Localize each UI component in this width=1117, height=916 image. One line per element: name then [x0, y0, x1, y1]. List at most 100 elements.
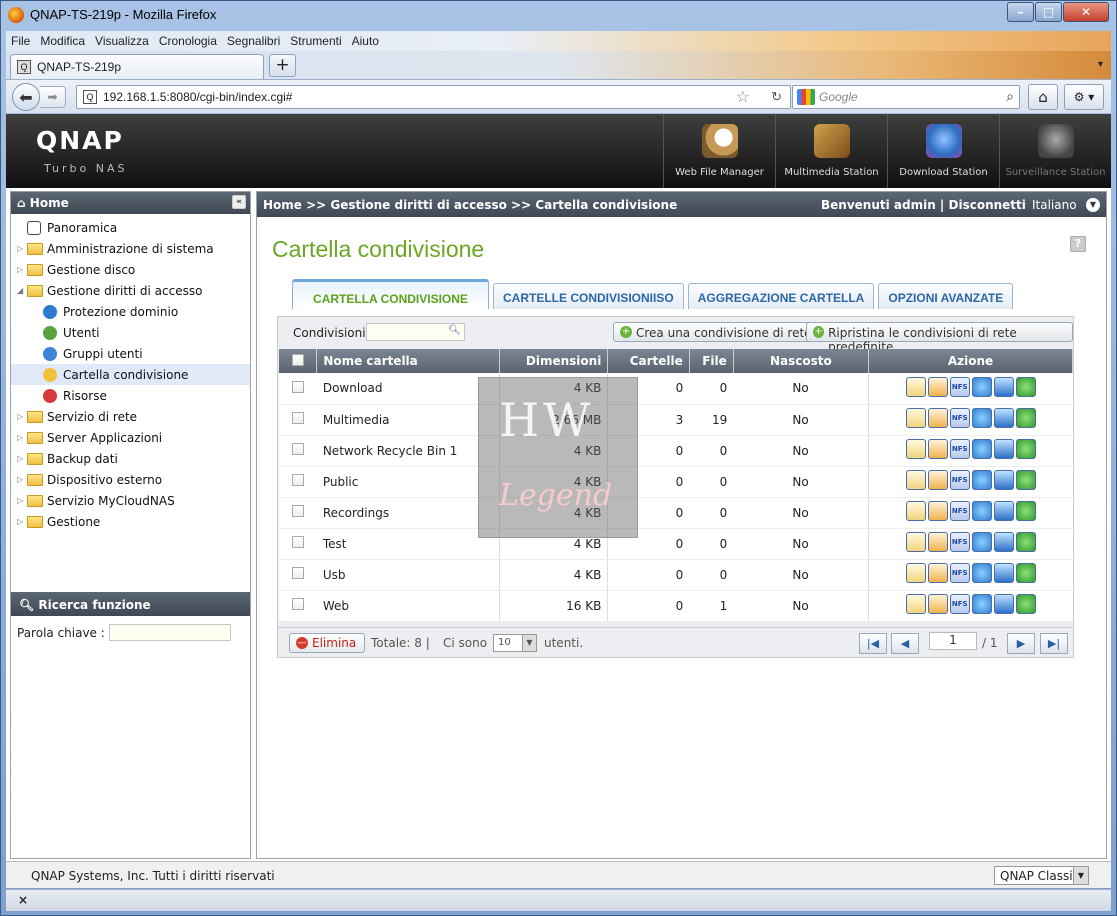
- dropdown-arrow-icon[interactable]: ▼: [1073, 867, 1088, 884]
- sidebar-item-gestione-disco[interactable]: ▷ Gestione disco: [11, 259, 250, 280]
- edit-icon[interactable]: [905, 408, 926, 428]
- language-dropdown-icon[interactable]: ▼: [1086, 198, 1100, 212]
- row-checkbox[interactable]: [291, 412, 304, 424]
- reload-icon[interactable]: ↻: [771, 89, 782, 105]
- language-label[interactable]: Italiano: [1032, 198, 1077, 212]
- restore-default-shares-button[interactable]: + Ripristina le condivisioni di rete pred…: [806, 322, 1073, 354]
- refresh-icon[interactable]: [1015, 470, 1036, 490]
- nfs-icon[interactable]: NFS: [949, 563, 970, 583]
- close-findbar-icon[interactable]: ×: [18, 893, 28, 907]
- network-icon[interactable]: [971, 594, 992, 614]
- row-checkbox[interactable]: [291, 505, 304, 517]
- app-multimedia-station[interactable]: Multimedia Station: [775, 114, 887, 188]
- table-row[interactable]: Recordings 4 KB 0 0 No NFS: [279, 497, 1073, 529]
- network-icon[interactable]: [971, 532, 992, 552]
- new-tab-button[interactable]: +: [269, 54, 296, 77]
- refresh-icon[interactable]: [1015, 594, 1036, 614]
- last-page-button[interactable]: ▶|: [1040, 633, 1068, 654]
- prev-page-button[interactable]: ◀: [891, 633, 919, 654]
- search-icon[interactable]: ⌕: [1006, 88, 1014, 105]
- dropdown-arrow-icon[interactable]: ▼: [522, 635, 536, 651]
- collapsed-arrow-icon[interactable]: ▷: [17, 454, 27, 463]
- monitor-icon[interactable]: [993, 594, 1014, 614]
- permissions-icon[interactable]: [927, 532, 948, 552]
- row-checkbox[interactable]: [291, 474, 304, 486]
- sidebar-item-backup-dati[interactable]: ▷ Backup dati: [11, 448, 250, 469]
- per-page-select[interactable]: 10 ▼: [493, 634, 537, 652]
- nfs-icon[interactable]: NFS: [949, 501, 970, 521]
- collapsed-arrow-icon[interactable]: ▷: [17, 496, 27, 505]
- sidebar-item-protezione-dominio[interactable]: Protezione dominio: [11, 301, 250, 322]
- permissions-icon[interactable]: [927, 594, 948, 614]
- sidebar-item-risorse[interactable]: Risorse: [11, 385, 250, 406]
- page-input[interactable]: 1: [929, 632, 977, 650]
- home-button[interactable]: ⌂: [1028, 84, 1058, 110]
- back-button[interactable]: ⬅: [12, 83, 40, 111]
- monitor-icon[interactable]: [993, 563, 1014, 583]
- sidebar-item-utenti[interactable]: Utenti: [11, 322, 250, 343]
- nfs-icon[interactable]: NFS: [949, 594, 970, 614]
- tab-cartelle-condivisioniiso[interactable]: CARTELLE CONDIVISIONIISO: [493, 283, 684, 309]
- sidebar-item-gruppi-utenti[interactable]: Gruppi utenti: [11, 343, 250, 364]
- google-engine-icon[interactable]: [797, 89, 815, 105]
- browser-tab[interactable]: Q QNAP-TS-219p: [10, 54, 264, 79]
- help-icon[interactable]: ?: [1070, 236, 1086, 252]
- select-all-checkbox-cell[interactable]: [279, 349, 318, 373]
- keyword-input[interactable]: [108, 624, 231, 641]
- sidebar-item-amministrazione-di-sistema[interactable]: ▷ Amministrazione di sistema: [11, 238, 250, 259]
- network-icon[interactable]: [971, 408, 992, 428]
- app-download-station[interactable]: Download Station: [887, 114, 999, 188]
- permissions-icon[interactable]: [927, 563, 948, 583]
- edit-icon[interactable]: [905, 470, 926, 490]
- menu-visualizza[interactable]: Visualizza: [90, 31, 154, 51]
- tab-aggregazione-cartella[interactable]: AGGREGAZIONE CARTELLA: [687, 283, 875, 309]
- sidebar-item-gestione[interactable]: ▷ Gestione: [11, 511, 250, 532]
- collapsed-arrow-icon[interactable]: ▷: [17, 244, 27, 253]
- delete-button[interactable]: — Elimina: [289, 633, 366, 653]
- app-web-file-manager[interactable]: Web File Manager: [663, 114, 775, 188]
- monitor-icon[interactable]: [993, 532, 1014, 552]
- network-icon[interactable]: [971, 501, 992, 521]
- nfs-icon[interactable]: NFS: [949, 376, 970, 397]
- monitor-icon[interactable]: [993, 376, 1014, 397]
- collapsed-arrow-icon[interactable]: ▷: [17, 265, 27, 274]
- sidebar-item-cartella-condivisione[interactable]: Cartella condivisione: [11, 364, 250, 385]
- col-hidden[interactable]: Nascosto: [733, 349, 869, 373]
- network-icon[interactable]: [971, 563, 992, 583]
- row-checkbox[interactable]: [291, 567, 304, 579]
- col-size[interactable]: Dimensioni: [499, 349, 609, 373]
- menu-file[interactable]: File: [6, 31, 35, 51]
- refresh-icon[interactable]: [1015, 501, 1036, 521]
- network-icon[interactable]: [971, 376, 992, 397]
- table-row[interactable]: Test 4 KB 0 0 No NFS: [279, 528, 1073, 560]
- refresh-icon[interactable]: [1015, 408, 1036, 428]
- sidebar-item-servizio-mycloudnas[interactable]: ▷ Servizio MyCloudNAS: [11, 490, 250, 511]
- network-icon[interactable]: [971, 439, 992, 459]
- sidebar-item-servizio-di-rete[interactable]: ▷ Servizio di rete: [11, 406, 250, 427]
- row-checkbox[interactable]: [291, 443, 304, 455]
- table-row[interactable]: Multimedia 2.66 MB 3 19 No NFS: [279, 404, 1073, 436]
- row-checkbox[interactable]: [291, 598, 304, 610]
- edit-icon[interactable]: [905, 532, 926, 552]
- next-page-button[interactable]: ▶: [1007, 633, 1035, 654]
- edit-icon[interactable]: [905, 563, 926, 583]
- minimize-button[interactable]: –: [1007, 2, 1034, 22]
- monitor-icon[interactable]: [993, 501, 1014, 521]
- expanded-arrow-icon[interactable]: ◢: [17, 286, 27, 295]
- nfs-icon[interactable]: NFS: [949, 532, 970, 552]
- nfs-icon[interactable]: NFS: [949, 470, 970, 490]
- forward-button[interactable]: ➡: [40, 86, 66, 108]
- welcome-logout-link[interactable]: Benvenuti admin | Disconnetti: [821, 198, 1026, 212]
- search-bar[interactable]: Google ⌕: [792, 85, 1020, 109]
- edit-icon[interactable]: [905, 594, 926, 614]
- menu-aiuto[interactable]: Aiuto: [347, 31, 384, 51]
- network-icon[interactable]: [971, 470, 992, 490]
- refresh-icon[interactable]: [1015, 439, 1036, 459]
- first-page-button[interactable]: |◀: [859, 633, 887, 654]
- close-window-button[interactable]: ✕: [1063, 2, 1109, 22]
- search-icon[interactable]: 🔍︎: [448, 325, 461, 336]
- sidebar-item-gestione-diritti-di-accesso[interactable]: ◢ Gestione diritti di accesso: [11, 280, 250, 301]
- row-checkbox[interactable]: [291, 380, 304, 393]
- col-files[interactable]: File: [689, 349, 734, 373]
- table-row[interactable]: Usb 4 KB 0 0 No NFS: [279, 559, 1073, 591]
